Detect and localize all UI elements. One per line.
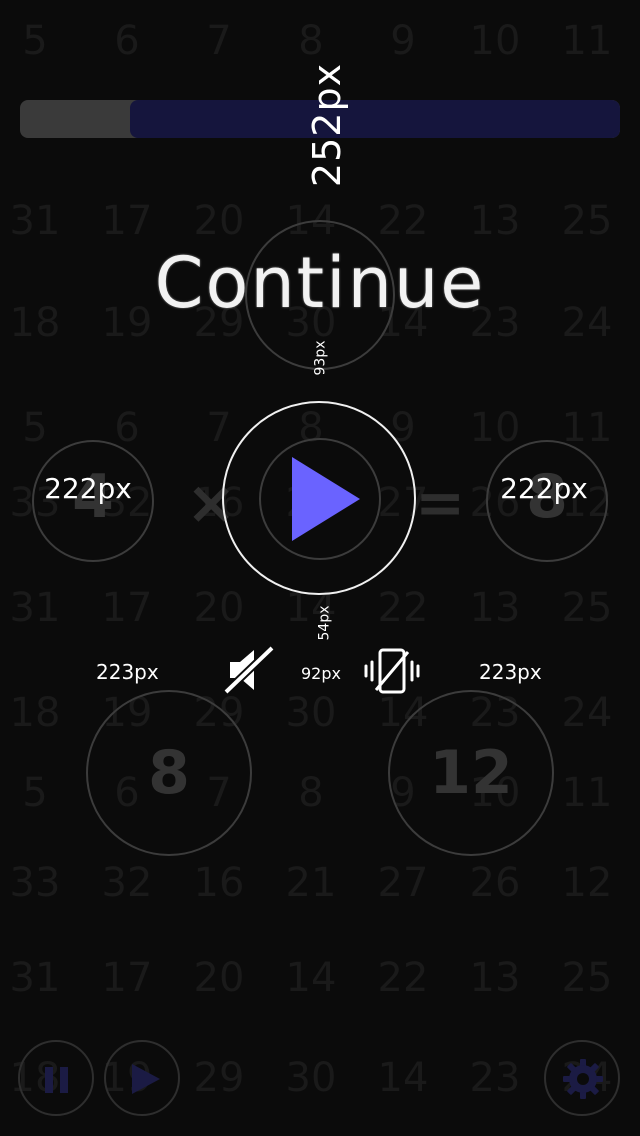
background-grid-number: 29 <box>193 1055 245 1101</box>
background-grid-number: 23 <box>469 1055 521 1101</box>
play-button[interactable] <box>222 401 416 595</box>
play-icon <box>132 1064 160 1094</box>
background-grid-number: 17 <box>101 955 153 1001</box>
background-grid-number: 30 <box>285 1055 337 1101</box>
background-grid-number: 14 <box>285 955 337 1001</box>
right-bottom-size-label: 223px <box>479 660 542 684</box>
background-grid-number: 16 <box>193 860 245 906</box>
background-grid-number: 24 <box>561 690 613 736</box>
background-grid-row: 33 32 16 21 27 26 12 <box>0 860 640 920</box>
background-grid-number: 21 <box>285 860 337 906</box>
background-grid-number: 12 <box>561 860 613 906</box>
pause-button[interactable] <box>18 1040 94 1116</box>
background-grid-number: 31 <box>9 585 61 631</box>
settings-button[interactable] <box>544 1040 620 1116</box>
background-grid-number: 20 <box>193 198 245 244</box>
background-grid-number: 22 <box>377 585 429 631</box>
left-circle-size-label: 222px <box>44 472 132 505</box>
background-grid-number: 22 <box>377 955 429 1001</box>
background-grid-number: 8 <box>298 770 324 816</box>
background-grid-number: 17 <box>101 585 153 631</box>
continue-title[interactable]: Continue <box>0 242 640 324</box>
background-grid-row: 31 17 20 14 22 13 25 <box>0 955 640 1015</box>
play-icon <box>292 457 360 541</box>
background-grid-number: 5 <box>22 18 48 64</box>
equals-sign: = <box>415 468 466 538</box>
top-circle-size-label: 93px <box>312 340 329 376</box>
background-grid-number: 25 <box>561 585 613 631</box>
background-grid-number: 17 <box>101 198 153 244</box>
background-grid-number: 13 <box>469 585 521 631</box>
answer-option-left-value: 8 <box>148 738 190 808</box>
right-circle-size-label: 222px <box>500 472 588 505</box>
background-grid-number: 30 <box>285 690 337 736</box>
background-grid-number: 20 <box>193 585 245 631</box>
background-grid-number: 31 <box>9 198 61 244</box>
pause-icon <box>45 1067 68 1093</box>
left-bottom-size-label: 223px <box>96 660 159 684</box>
background-grid-number: 26 <box>469 860 521 906</box>
background-grid-number: 25 <box>561 198 613 244</box>
vibrate-off-icon[interactable] <box>364 648 420 694</box>
background-grid-number: 9 <box>390 18 416 64</box>
answer-option-right-value: 12 <box>429 738 513 808</box>
background-grid-number: 11 <box>561 770 613 816</box>
speaker-muted-icon[interactable] <box>222 646 276 694</box>
background-grid-number: 18 <box>9 690 61 736</box>
gear-icon <box>563 1059 603 1099</box>
background-grid-number: 6 <box>114 18 140 64</box>
progress-fill <box>129 100 620 138</box>
background-grid-number: 7 <box>206 18 232 64</box>
background-grid-number: 13 <box>469 955 521 1001</box>
background-grid-number: 13 <box>469 198 521 244</box>
background-grid-number: 31 <box>9 955 61 1001</box>
small-play-button[interactable] <box>104 1040 180 1116</box>
center-size-label: 92px <box>301 664 341 683</box>
background-grid-number: 14 <box>377 1055 429 1101</box>
background-grid-number: 11 <box>561 18 613 64</box>
background-grid-number: 20 <box>193 955 245 1001</box>
background-grid-number: 32 <box>101 860 153 906</box>
play-size-label: 54px <box>316 605 333 641</box>
background-grid-number: 33 <box>9 860 61 906</box>
background-grid-number: 22 <box>377 198 429 244</box>
background-grid-number: 8 <box>298 18 324 64</box>
background-grid-number: 27 <box>377 860 429 906</box>
background-grid-number: 10 <box>469 18 521 64</box>
background-grid-number: 5 <box>22 770 48 816</box>
progress-size-label: 252px <box>305 62 349 188</box>
background-grid-number: 25 <box>561 955 613 1001</box>
